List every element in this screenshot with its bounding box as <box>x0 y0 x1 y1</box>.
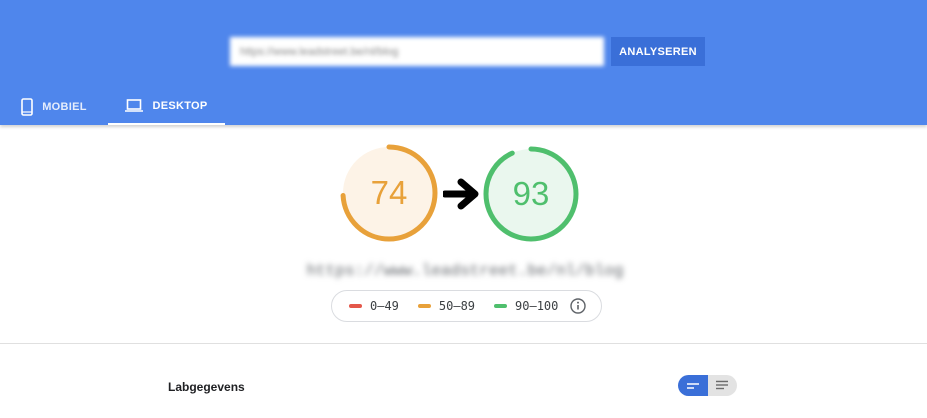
tab-desktop-label: DESKTOP <box>152 99 208 112</box>
tab-mobile-label: MOBIEL <box>42 100 87 113</box>
legend-item-average: 50–89 <box>417 299 476 313</box>
right-arrow-icon <box>441 178 479 215</box>
score-legend: 0–49 50–89 90–100 <box>331 290 602 322</box>
expanded-view-button[interactable] <box>707 375 737 396</box>
score-gauge-before: 74 <box>339 143 439 243</box>
tab-mobile[interactable]: MOBIEL <box>0 88 108 125</box>
header-bar: ANALYSEREN MOBIEL DESKTOP <box>0 0 927 125</box>
score-after-value: 93 <box>512 175 550 212</box>
compact-view-icon <box>686 377 700 395</box>
tab-desktop[interactable]: DESKTOP <box>108 88 225 125</box>
score-before-value: 74 <box>370 174 408 211</box>
compact-view-button[interactable] <box>678 375 708 396</box>
expanded-view-icon <box>715 377 729 395</box>
legend-swatch-poor <box>349 304 362 308</box>
analysed-url: https://www.leadstreet.be/nl/blog <box>306 262 624 280</box>
section-divider <box>0 343 927 344</box>
legend-swatch-good <box>494 304 508 308</box>
analyse-button[interactable]: ANALYSEREN <box>611 37 705 66</box>
legend-item-good: 90–100 <box>494 299 558 313</box>
legend-label-poor: 0–49 <box>370 299 399 313</box>
score-gauge-after: 93 <box>482 145 580 243</box>
legend-label-average: 50–89 <box>438 299 476 313</box>
view-toggle <box>678 375 737 396</box>
legend-label-good: 90–100 <box>515 299 559 313</box>
laptop-icon <box>125 99 144 112</box>
section-title-lab-data: Labgegevens <box>168 380 245 394</box>
legend-swatch-average <box>417 304 431 308</box>
smartphone-icon <box>21 97 34 116</box>
url-input[interactable] <box>230 37 604 66</box>
legend-item-poor: 0–49 <box>349 299 399 313</box>
info-icon[interactable] <box>570 298 587 314</box>
